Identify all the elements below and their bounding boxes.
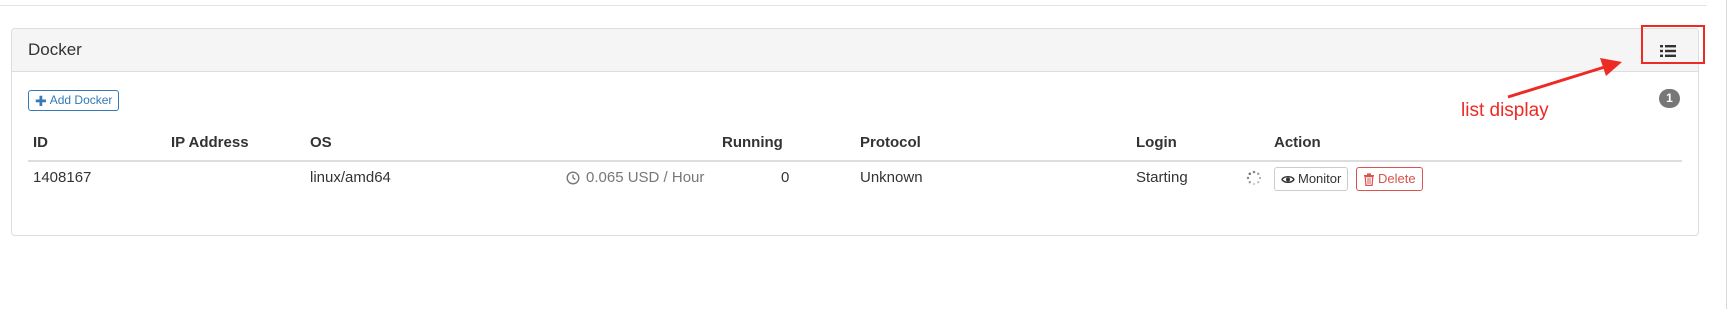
delete-button[interactable]: Delete <box>1356 167 1423 191</box>
annotation-arrow <box>1507 58 1622 99</box>
delete-label: Delete <box>1378 171 1416 186</box>
count-badge: 1 <box>1659 89 1680 108</box>
cell-id: 1408167 <box>33 169 92 186</box>
add-docker-button[interactable]: ✚ Add Docker <box>28 90 120 111</box>
cell-price: 0.065 USD / Hour <box>566 169 704 186</box>
price-text: 0.065 USD / Hour <box>586 169 705 186</box>
add-docker-label: Add Docker <box>49 93 113 107</box>
cell-running: 0 <box>781 169 790 186</box>
annotation-label: list display <box>1461 100 1549 121</box>
header-id: ID <box>33 134 48 151</box>
cell-protocol: Unknown <box>860 169 923 186</box>
header-action: Action <box>1274 134 1321 151</box>
plus-icon: ✚ <box>35 92 47 109</box>
header-running: Running <box>722 134 783 151</box>
monitor-button[interactable]: Monitor <box>1274 167 1349 191</box>
header-os: OS <box>310 134 332 151</box>
table-header-rule <box>28 160 1682 162</box>
header-ip-address: IP Address <box>171 134 249 151</box>
cell-os: linux/amd64 <box>310 169 391 186</box>
cell-login: Starting <box>1136 169 1188 186</box>
monitor-label: Monitor <box>1298 171 1342 186</box>
header-protocol: Protocol <box>860 134 921 151</box>
spinner-icon <box>1246 170 1262 186</box>
trash-icon <box>1364 172 1374 186</box>
eye-icon <box>1281 175 1295 183</box>
header-login: Login <box>1136 134 1177 151</box>
clock-icon <box>566 170 580 185</box>
